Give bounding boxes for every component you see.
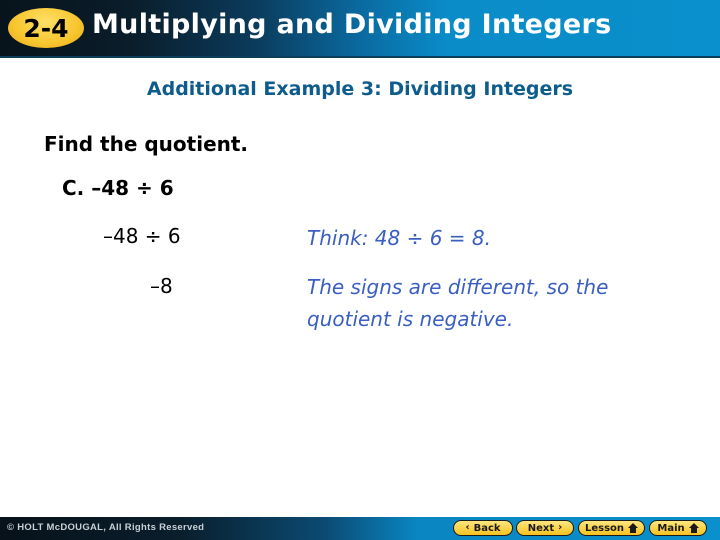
main-button[interactable]: Main: [649, 520, 707, 536]
example-heading: Additional Example 3: Dividing Integers: [146, 78, 574, 100]
footer-bar: © HOLT McDOUGAL, All Rights Reserved ‹ B…: [0, 517, 720, 540]
header-bar: 2-4 Multiplying and Dividing Integers: [0, 0, 720, 58]
instruction-text: Find the quotient.: [44, 132, 249, 156]
next-label: Next: [527, 522, 555, 534]
step-note-1: Think: 48 ÷ 6 = 8.: [307, 226, 492, 250]
home-icon: [628, 523, 639, 533]
lesson-badge: 2-4: [8, 8, 84, 48]
step-expression-2: –8: [150, 274, 173, 298]
back-button[interactable]: ‹ Back: [453, 520, 513, 536]
lesson-number: 2-4: [23, 13, 69, 43]
chevron-right-icon: ›: [558, 522, 563, 533]
problem-text: C. –48 ÷ 6: [62, 176, 174, 200]
home-icon: [688, 523, 699, 533]
step-expression-1: –48 ÷ 6: [103, 224, 181, 248]
lesson-label: Lesson: [584, 522, 625, 534]
lesson-button[interactable]: Lesson: [578, 520, 645, 536]
lesson-title: Multiplying and Dividing Integers: [92, 9, 612, 40]
step-note-2: The signs are different, so the quotient…: [307, 275, 609, 331]
back-label: Back: [473, 522, 501, 534]
main-label: Main: [657, 522, 685, 534]
copyright-text: © HOLT McDOUGAL, All Rights Reserved: [7, 522, 205, 533]
chevron-left-icon: ‹: [465, 522, 470, 533]
next-button[interactable]: Next ›: [516, 520, 574, 536]
